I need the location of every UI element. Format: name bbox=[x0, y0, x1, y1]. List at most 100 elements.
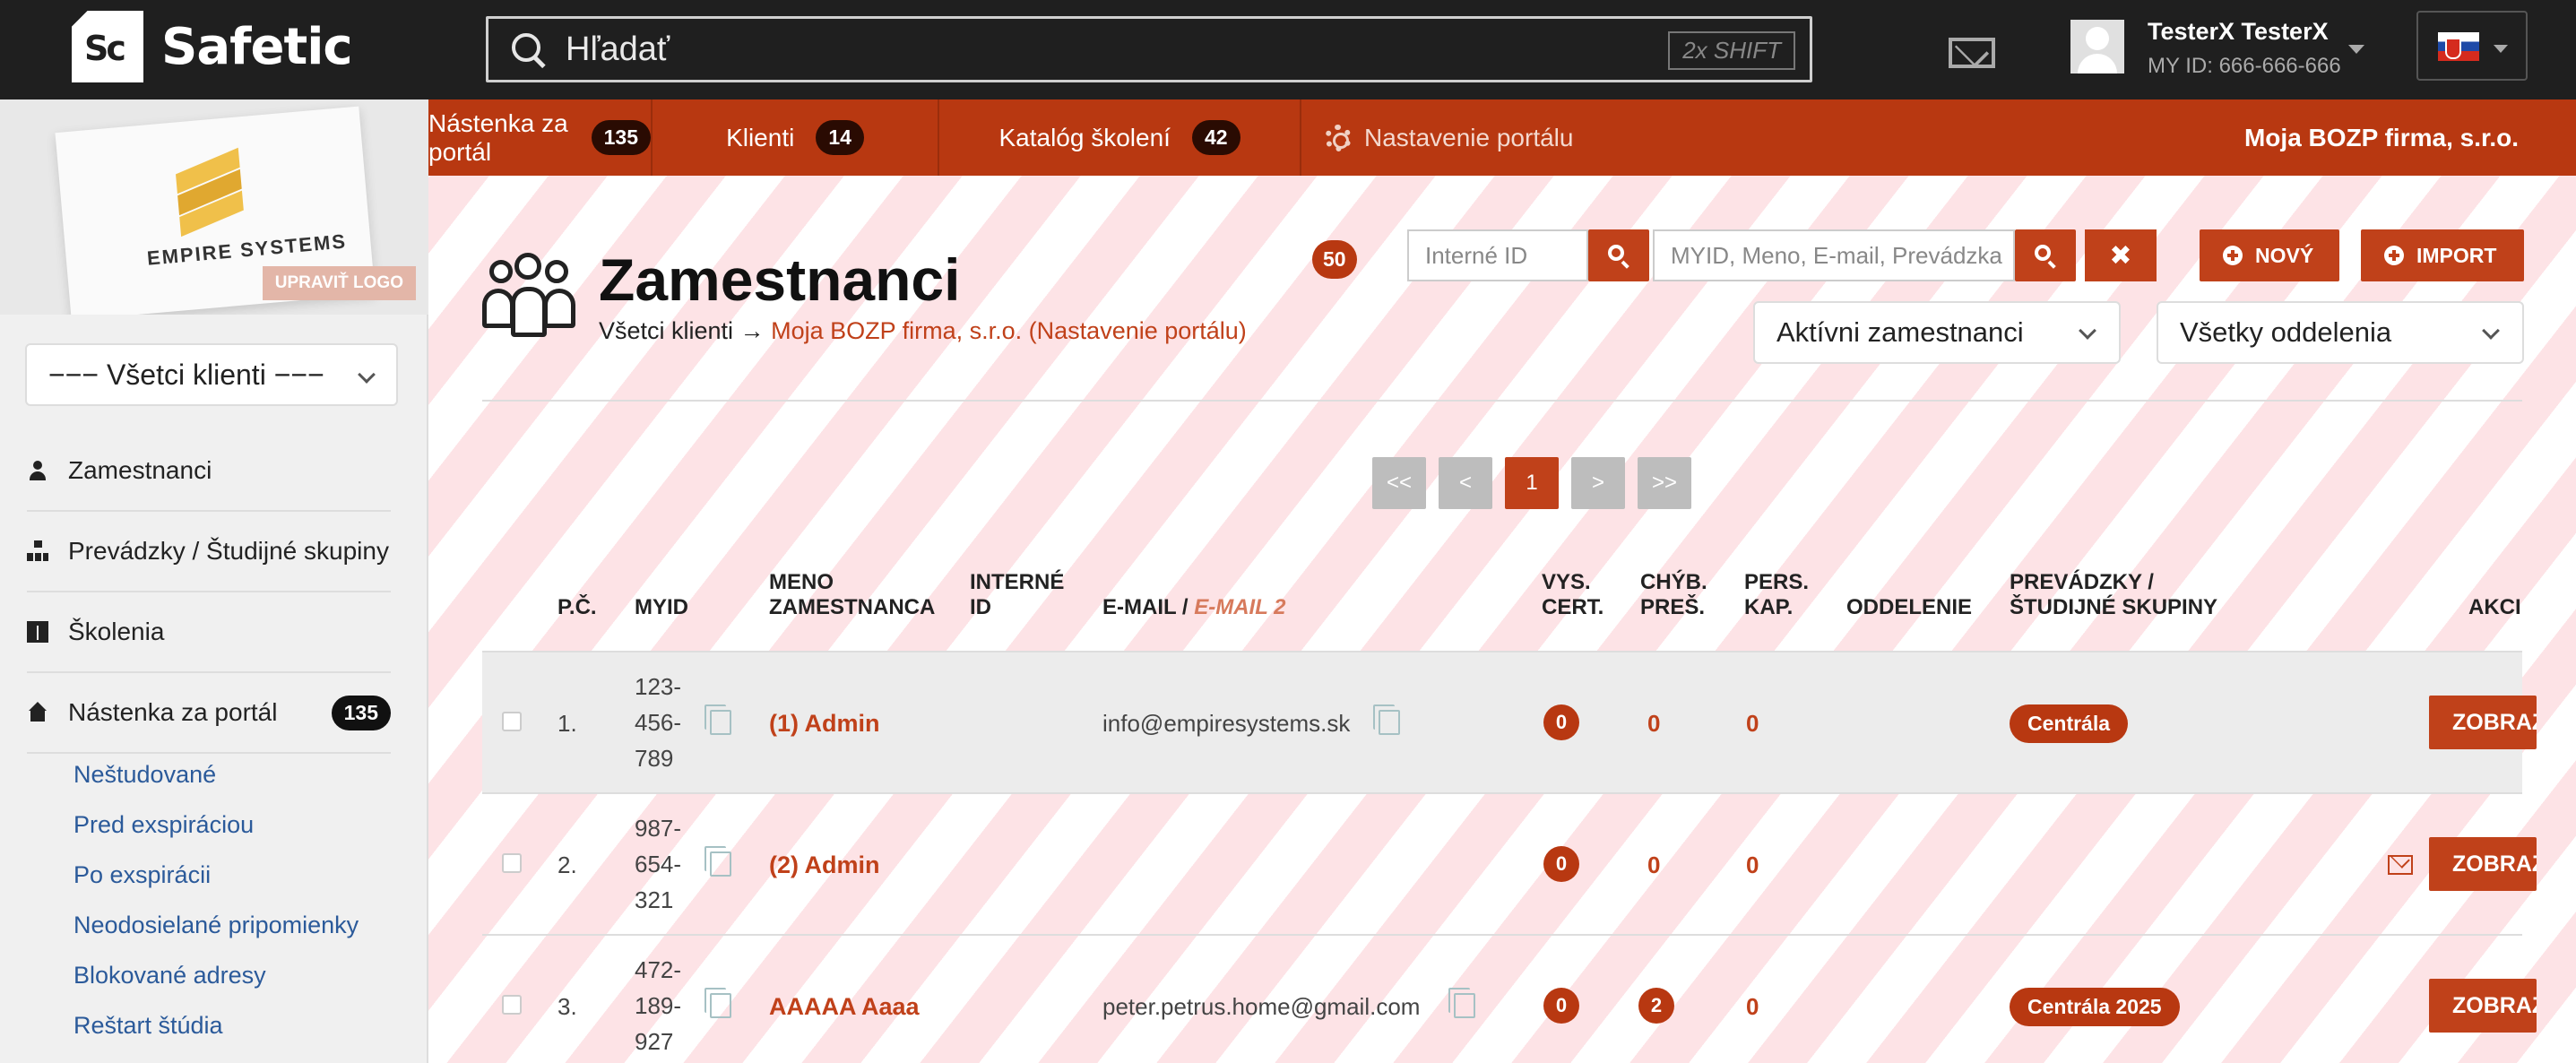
submenu-study-restart[interactable]: Reštart štúdia bbox=[73, 1000, 359, 1050]
submenu-unsent-reminders[interactable]: Neodosielané pripomienky bbox=[73, 900, 359, 950]
employee-search-input[interactable] bbox=[1653, 229, 2015, 281]
col-internal-line1: INTERNÉ bbox=[970, 570, 1065, 594]
page-next-button[interactable]: > bbox=[1571, 457, 1625, 509]
col-groups-line2: ŠTUDIJNÉ SKUPINY bbox=[2010, 595, 2218, 619]
search-shortcut-hint: 2x SHIFT bbox=[1668, 31, 1795, 70]
book-icon bbox=[27, 621, 48, 643]
breadcrumb: Všetci klienti → Moja BOZP firma, s.r.o.… bbox=[599, 317, 1247, 345]
global-search-input[interactable] bbox=[566, 30, 1641, 69]
row-pc: 3. bbox=[558, 993, 577, 1020]
breadcrumb-root[interactable]: Všetci klienti bbox=[599, 317, 733, 344]
col-department[interactable]: ODDELENIE bbox=[1846, 595, 1972, 620]
chevron-down-icon bbox=[358, 366, 376, 384]
col-capacity-line2: KAP. bbox=[1744, 595, 1794, 619]
status-filter-select[interactable]: Aktívni zamestnanci bbox=[1753, 301, 2121, 364]
copy-icon[interactable] bbox=[705, 704, 731, 735]
col-groups[interactable]: PREVÁDZKY / ŠTUDIJNÉ SKUPINY bbox=[2010, 570, 2217, 620]
brand-logo[interactable]: Sc Safetic bbox=[72, 11, 353, 82]
sitemap-icon bbox=[27, 540, 48, 562]
current-company[interactable]: Moja BOZP firma, s.r.o. bbox=[2244, 99, 2519, 176]
sidebar-item-dashboard[interactable]: Nástenka za portál 135 bbox=[27, 673, 391, 754]
page-prev-button[interactable]: < bbox=[1439, 457, 1492, 509]
col-actions: AKCIE bbox=[2468, 595, 2522, 619]
copy-icon[interactable] bbox=[705, 988, 731, 1018]
table-header: P.Č. MYID MENO ZAMESTNANCA INTERNÉ ID E-… bbox=[482, 570, 2522, 647]
slovak-flag-icon bbox=[2438, 32, 2479, 61]
submenu-blocked-addresses[interactable]: Blokované adresy bbox=[73, 950, 359, 1000]
row-group-badge[interactable]: Centrála 2025 bbox=[2010, 988, 2180, 1026]
row-show-button[interactable]: ZOBRAZIŤ bbox=[2429, 979, 2537, 1033]
internal-id-input[interactable] bbox=[1407, 229, 1588, 281]
mail-icon[interactable] bbox=[1949, 38, 1995, 68]
page-first-button[interactable]: << bbox=[1372, 457, 1426, 509]
import-button[interactable]: IMPORT bbox=[2361, 229, 2524, 281]
top-bar: Sc Safetic 2x SHIFT TesterX TesterX MY I… bbox=[0, 0, 2576, 99]
row-pc: 2. bbox=[558, 851, 577, 878]
col-name-line2: ZAMESTNANCA bbox=[769, 595, 936, 619]
user-menu-caret-icon[interactable] bbox=[2348, 45, 2364, 54]
submenu-before-expiry[interactable]: Pred exspiráciou bbox=[73, 799, 359, 850]
edit-logo-button[interactable]: UPRAVIŤ LOGO bbox=[262, 266, 416, 300]
pagination: << < 1 > >> bbox=[1372, 457, 1691, 509]
sidebar-item-employees[interactable]: Zamestnanci bbox=[27, 431, 391, 512]
row-cert-count: 0 bbox=[1543, 988, 1579, 1024]
nav-portal-settings[interactable]: Nastavenie portálu bbox=[1325, 99, 1573, 176]
clear-filters-button[interactable]: ✖ bbox=[2085, 229, 2157, 281]
copy-icon[interactable] bbox=[1373, 704, 1400, 735]
nav-clients[interactable]: Klienti 14 bbox=[653, 99, 939, 176]
row-group-badge[interactable]: Centrála bbox=[2010, 704, 2129, 743]
submenu-after-expiry[interactable]: Po exspirácii bbox=[73, 850, 359, 900]
col-cert[interactable]: VYS. CERT. bbox=[1542, 570, 1604, 620]
envelope-icon[interactable] bbox=[2388, 855, 2413, 875]
row-myid: 987- 654- 321 bbox=[635, 810, 681, 918]
col-groups-line1: PREVÁDZKY / bbox=[2010, 570, 2154, 594]
user-id: MY ID: 666-666-666 bbox=[2148, 54, 2341, 78]
col-email[interactable]: E-MAIL / E-MAIL 2 bbox=[1102, 595, 1285, 620]
page-current-button[interactable]: 1 bbox=[1505, 457, 1559, 509]
col-internal-id[interactable]: INTERNÉ ID bbox=[970, 570, 1064, 620]
department-filter-select[interactable]: Všetky oddelenia bbox=[2157, 301, 2524, 364]
row-employee-name[interactable]: AAAAA Aaaa bbox=[769, 993, 920, 1021]
col-internal-line2: ID bbox=[970, 595, 991, 619]
col-myid[interactable]: MYID bbox=[635, 595, 688, 620]
copy-icon[interactable] bbox=[705, 846, 731, 877]
nav-portal-settings-label: Nastavenie portálu bbox=[1364, 123, 1574, 151]
sidebar-item-label: Prevádzky / Študijné skupiny bbox=[68, 537, 389, 565]
gear-icon bbox=[1325, 124, 1352, 151]
employee-search-button[interactable] bbox=[2015, 229, 2076, 281]
client-select[interactable]: −−− Všetci klienti −−− bbox=[25, 343, 398, 406]
row-checkbox[interactable] bbox=[502, 995, 522, 1015]
row-myid-part: 189- bbox=[635, 992, 682, 1019]
plus-circle-icon bbox=[2384, 246, 2404, 265]
row-employee-name[interactable]: (2) Admin bbox=[769, 851, 880, 879]
col-pc[interactable]: P.Č. bbox=[558, 595, 597, 620]
internal-id-search-button[interactable] bbox=[1588, 229, 1649, 281]
employee-count-badge: 50 bbox=[1312, 240, 1357, 279]
row-myid-part: 654- bbox=[635, 851, 682, 877]
nav-dashboard[interactable]: Nástenka za portál 135 bbox=[428, 99, 653, 176]
col-errors[interactable]: CHÝB. PREŠ. bbox=[1640, 570, 1707, 620]
language-selector[interactable] bbox=[2416, 11, 2528, 81]
row-checkbox[interactable] bbox=[502, 712, 522, 731]
page-last-button[interactable]: >> bbox=[1638, 457, 1691, 509]
avatar[interactable] bbox=[2070, 20, 2124, 73]
nav-catalog[interactable]: Katalóg školení 42 bbox=[939, 99, 1301, 176]
breadcrumb-link[interactable]: Moja BOZP firma, s.r.o. (Nastavenie port… bbox=[771, 317, 1247, 344]
global-search[interactable]: 2x SHIFT bbox=[486, 16, 1812, 82]
dashboard-submenu: Neštudované Pred exspiráciou Po exspirác… bbox=[73, 749, 359, 1050]
sidebar-item-trainings[interactable]: Školenia bbox=[27, 592, 391, 673]
user-name[interactable]: TesterX TesterX bbox=[2148, 18, 2329, 46]
col-capacity[interactable]: PERS. KAP. bbox=[1744, 570, 1809, 620]
nav-clients-count: 14 bbox=[816, 120, 864, 155]
col-name[interactable]: MENO ZAMESTNANCA bbox=[769, 570, 935, 620]
sidebar-item-premises[interactable]: Prevádzky / Študijné skupiny bbox=[27, 512, 391, 592]
row-show-button[interactable]: ZOBRAZIŤ bbox=[2429, 837, 2537, 891]
submenu-unstudied[interactable]: Neštudované bbox=[73, 749, 359, 799]
row-checkbox[interactable] bbox=[502, 853, 522, 873]
row-myid-part: 456- bbox=[635, 709, 682, 736]
row-employee-name[interactable]: (1) Admin bbox=[769, 710, 880, 738]
new-employee-button[interactable]: NOVÝ bbox=[2200, 229, 2339, 281]
copy-icon[interactable] bbox=[1448, 988, 1475, 1018]
search-icon bbox=[510, 31, 546, 67]
row-show-button[interactable]: ZOBRAZIŤ bbox=[2429, 696, 2537, 749]
